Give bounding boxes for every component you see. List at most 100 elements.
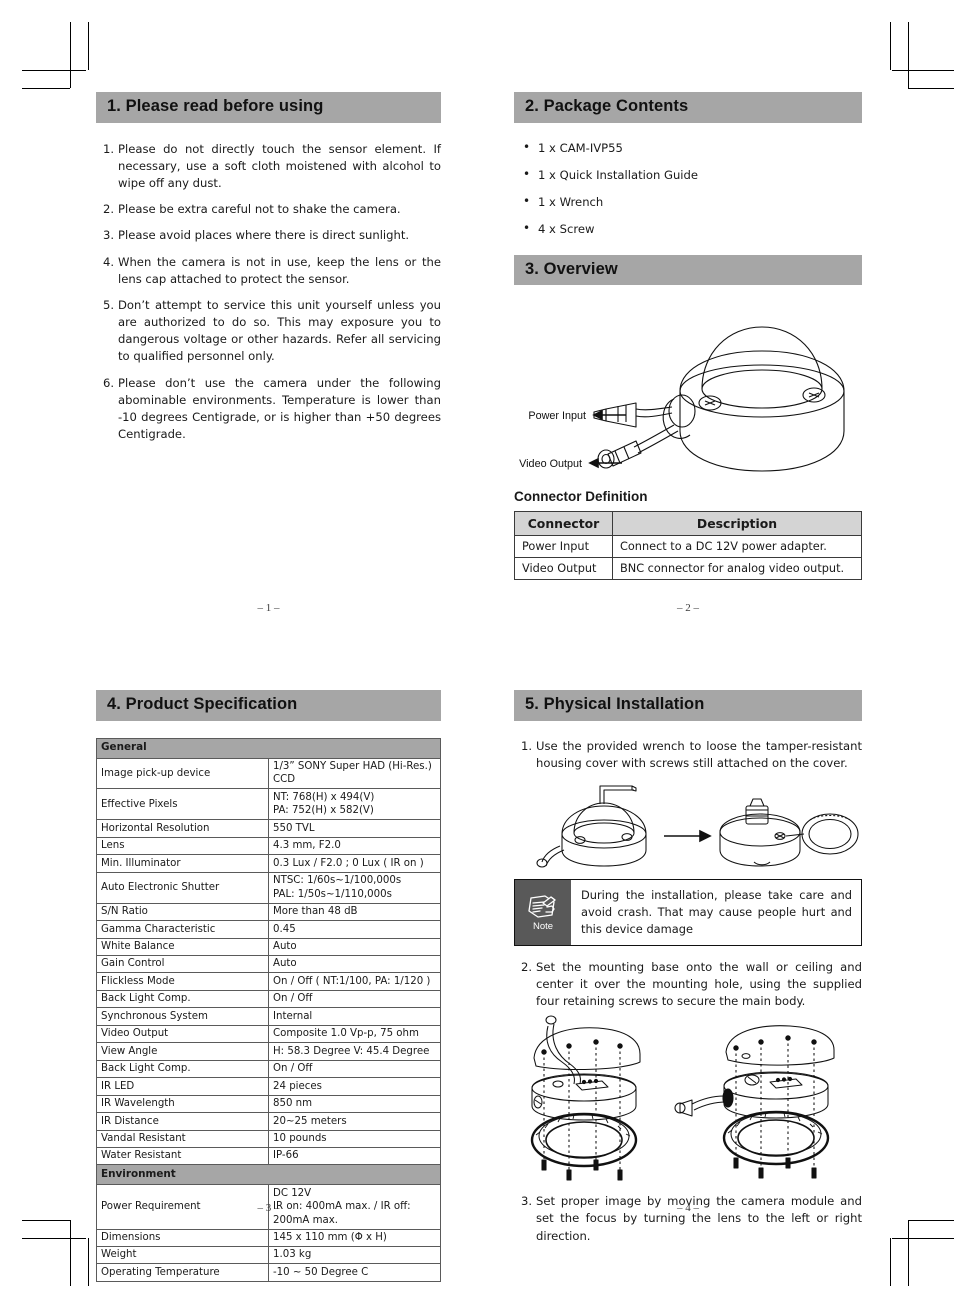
power-input-label: Power Input [528,410,586,422]
spec-value: 850 nm [268,1094,441,1114]
note-pencil-hand-icon [528,895,556,918]
spec-group-row: General [96,737,441,759]
spec-value: Auto [268,937,441,956]
mounting-base-exploded-illustration [530,1015,835,1181]
list-text: Please avoid places where there is direc… [118,228,410,243]
cell-description: Connect to a DC 12V power adapter. [612,535,862,559]
list-item: 1. Use the provided wrench to loose the … [514,738,862,772]
crop-mark-bottom-right [886,1216,954,1286]
product-specification-heading: 4. Product Specification [96,690,441,721]
list-item: 1 x Quick Installation Guide [514,166,862,183]
table-row: S/N Ratio More than 48 dB [96,902,441,922]
list-item: 3. Set proper image by moving the camera… [514,1193,862,1244]
list-text: Please do not directly touch the sensor … [118,141,441,191]
table-row: Power Input Connect to a DC 12V power ad… [514,535,862,559]
table-row: Lens 4.3 mm, F2.0 [96,836,441,856]
spec-key: S/N Ratio [96,902,269,922]
table-header-row: Connector Description [514,511,862,537]
spec-value: 4.3 mm, F2.0 [268,836,441,856]
spec-value: Internal [268,1007,441,1026]
table-row: IR LED 24 pieces [96,1077,441,1096]
table-row: Water Resistant IP-66 [96,1146,441,1166]
spec-value: 0.3 Lux / F2.0 ; 0 Lux ( IR on ) [268,854,441,873]
install-step-3-list: 3. Set proper image by moving the camera… [514,1193,862,1244]
product-specification-table: General Image pick-up device 1/3” SONY Sup… [96,737,441,1282]
note-text: During the installation, please take car… [581,888,852,936]
table-row: Gamma Characteristic 0.45 [96,920,441,939]
spec-value: On / Off ( NT:1/100, PA: 1/120 ) [268,972,441,991]
table-row: IR Distance 20~25 meters [96,1112,441,1131]
spec-table-body: General Image pick-up device 1/3” SONY Sup… [96,737,441,1282]
list-number: 2. [102,202,114,217]
table-row: View Angle H: 58.3 Degree V: 45.4 Degree [96,1042,441,1061]
table-row: Dimensions 145 x 110 mm (Φ x H) [96,1228,441,1247]
list-number: 6. [102,375,114,390]
spec-key: Video Output [96,1024,269,1044]
page3-footer: – 3 – [257,1202,280,1214]
spec-value: NTSC: 1/60s~1/100,000s PAL: 1/50s~1/110,0… [268,871,441,904]
spec-value: 145 x 110 mm (Φ x H) [268,1228,441,1247]
spec-group-label: General [96,737,441,759]
spec-value: 0.45 [268,920,441,939]
spec-value: On / Off [268,1059,441,1079]
list-number: 1. [520,738,532,753]
list-text: Please be extra careful not to shake the… [118,202,401,217]
list-text: Please don’t use the camera under the fo… [118,375,441,441]
install-step-1-list: 1. Use the provided wrench to loose the … [514,738,862,772]
spec-key: IR Wavelength [96,1094,269,1114]
list-number: 4. [102,254,114,269]
spec-key: IR LED [96,1077,269,1096]
table-row: Video Output Composite 1.0 Vp-p, 75 ohm [96,1024,441,1044]
table-row: Operating Temperature -10 ~ 50 Degree C [96,1263,441,1282]
spec-value: 1.03 kg [268,1245,441,1265]
list-text: Use the provided wrench to loose the tam… [536,738,862,770]
table-row: Back Light Comp. On / Off [96,1059,441,1079]
package-contents-heading: 2. Package Contents [514,92,862,123]
list-item: 2. Set the mounting base onto the wall o… [514,959,862,1010]
spec-value: H: 58.3 Degree V: 45.4 Degree [268,1042,441,1061]
spec-key: Dimensions [96,1228,269,1247]
spec-value: 10 pounds [268,1129,441,1148]
video-output-label: Video Output [519,458,582,470]
page-4: 5. Physical Installation 1. Use the prov… [514,690,862,1243]
spec-value: Auto [268,954,441,974]
table-row: Horizontal Resolution 550 TVL [96,819,441,838]
spec-key: Back Light Comp. [96,989,269,1009]
list-item: 1. Please do not directly touch the senso… [96,141,441,192]
table-row: Effective Pixels NT: 768(H) x 494(V) PA: 7… [96,788,441,821]
note-box: Note During the installation, please tak… [514,879,862,946]
list-item: 4. When the camera is not in use, keep th… [96,254,441,288]
list-text: Don’t attempt to service this unit yours… [118,297,441,364]
spec-key: Horizontal Resolution [96,819,269,838]
spec-value: NT: 768(H) x 494(V) PA: 752(H) x 582(V) [268,788,441,821]
page2-footer: – 2 – [677,602,699,614]
table-row: Synchronous System Internal [96,1007,441,1026]
install-figure-step2 [514,1014,862,1189]
list-number: 2. [520,959,532,974]
page-3: 4. Product Specification General Image pi… [96,690,441,1282]
spec-value: 24 pieces [268,1077,441,1096]
table-row: White Balance Auto [96,937,441,956]
spec-key: Flickless Mode [96,972,269,991]
crop-mark-bottom-left [22,1216,92,1286]
page4-footer: – 4 – [677,1202,699,1214]
list-item: 4 x Screw [514,220,862,237]
table-row: Flickless Mode On / Off ( NT:1/100, PA: 1… [96,972,441,991]
spec-key: Vandal Resistant [96,1129,269,1148]
spec-key: Gamma Characteristic [96,920,269,939]
cell-connector: Power Input [514,535,613,559]
connector-definition-subhead: Connector Definition [514,489,648,505]
spec-key: Lens [96,836,269,856]
table-row: Min. Illuminator 0.3 Lux / F2.0 ; 0 Lux (… [96,854,441,873]
cell-description: BNC connector for analog video output. [612,557,862,581]
page1-footer: – 1 – [257,602,280,614]
page-1: 1. Please read before using 1. Please do … [96,92,441,622]
list-number: 3. [102,228,114,243]
spec-key: IR Distance [96,1112,269,1131]
connector-definition-table: Connector Description Power Input Connec… [514,511,862,581]
table-row: Video Output BNC connector for analog vi… [514,557,862,581]
list-number: 1. [102,141,114,156]
spec-value: IP-66 [268,1146,441,1166]
spec-value: 550 TVL [268,819,441,838]
spec-key: Water Resistant [96,1146,269,1166]
